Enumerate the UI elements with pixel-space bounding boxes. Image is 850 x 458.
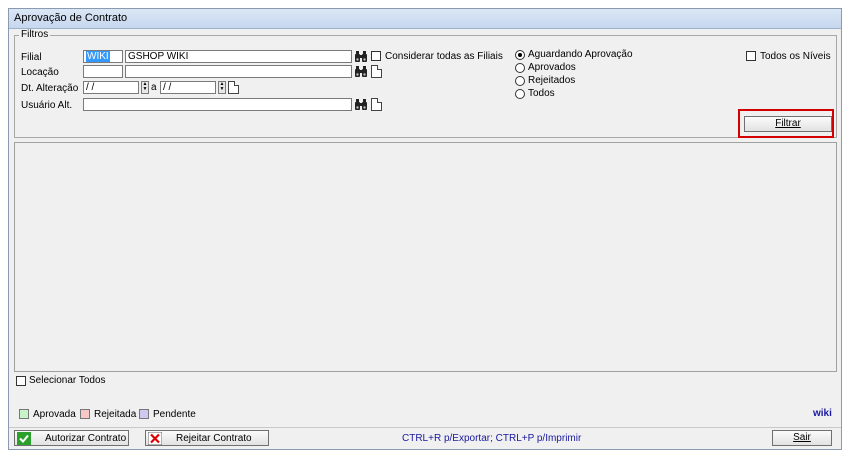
title-bar: Aprovação de Contrato — [9, 9, 841, 29]
authorize-contract-label: Autorizar Contrato — [45, 433, 127, 444]
usuario-alt-label: Usuário Alt. — [21, 100, 73, 111]
filial-label: Filial — [21, 52, 42, 63]
filter-button-highlight — [738, 109, 834, 138]
shortcuts-text: CTRL+R p/Exportar; CTRL+P p/Imprimir — [402, 433, 582, 444]
dt-from-spinner[interactable]: ▲ ▼ — [141, 81, 149, 94]
binoculars-icon[interactable] — [354, 65, 368, 78]
main-window: Aprovação de Contrato Filtros Filial WIK… — [8, 8, 842, 450]
x-icon — [148, 432, 162, 445]
status-radio-aprovados[interactable] — [515, 63, 525, 73]
consider-all-filiais-label: Considerar todas as Filiais — [385, 51, 503, 62]
brand-logo: wiki — [813, 408, 832, 419]
dt-to-spinner[interactable]: ▲ ▼ — [218, 81, 226, 94]
binoculars-icon[interactable] — [354, 50, 368, 63]
locacao-label: Locação — [21, 67, 59, 78]
usuario-alt-input[interactable] — [83, 98, 352, 111]
status-label-todos: Todos — [528, 88, 555, 99]
window-title: Aprovação de Contrato — [14, 12, 128, 24]
status-label-aguardando: Aguardando Aprovação — [528, 49, 633, 60]
status-label-rejeitados: Rejeitados — [528, 75, 576, 86]
document-icon[interactable] — [228, 81, 239, 94]
document-icon[interactable] — [371, 98, 382, 111]
select-all-checkbox[interactable] — [16, 376, 26, 386]
legend-swatch-aprovada — [19, 409, 29, 419]
reject-contract-button[interactable]: Rejeitar Contrato — [145, 430, 269, 446]
footer-divider — [9, 427, 841, 428]
locacao-code-input[interactable] — [83, 65, 123, 78]
exit-button-label: Sair — [793, 432, 811, 443]
todos-niveis-label: Todos os Níveis — [760, 51, 831, 62]
authorize-contract-button[interactable]: Autorizar Contrato — [14, 430, 129, 446]
legend-label-aprovada: Aprovada — [33, 409, 76, 420]
binoculars-icon[interactable] — [354, 98, 368, 111]
select-all-label: Selecionar Todos — [29, 375, 106, 386]
filial-name-input[interactable]: GSHOP WIKI — [125, 50, 352, 63]
dt-alteracao-label: Dt. Alteração — [21, 83, 79, 94]
dt-from-input[interactable]: / / — [83, 81, 139, 94]
status-radio-todos[interactable] — [515, 89, 525, 99]
filters-group: Filtros Filial WIKI GSHOP WIKI Considera… — [14, 29, 837, 138]
status-label-aprovados: Aprovados — [528, 62, 576, 73]
consider-all-filiais-checkbox[interactable] — [371, 51, 381, 61]
contracts-grid[interactable] — [14, 142, 837, 372]
reject-contract-label: Rejeitar Contrato — [176, 433, 252, 444]
filial-code-text: WIKI — [86, 51, 110, 62]
locacao-name-input[interactable] — [125, 65, 352, 78]
legend-swatch-rejeitada — [80, 409, 90, 419]
legend-swatch-pendente — [139, 409, 149, 419]
filial-code-input[interactable]: WIKI — [83, 50, 123, 63]
exit-button[interactable]: Sair — [772, 430, 832, 446]
dt-to-input[interactable]: / / — [160, 81, 216, 94]
legend-label-pendente: Pendente — [153, 409, 196, 420]
status-radio-rejeitados[interactable] — [515, 76, 525, 86]
filters-group-label: Filtros — [19, 29, 51, 40]
legend-label-rejeitada: Rejeitada — [94, 409, 137, 420]
status-radio-aguardando[interactable] — [515, 50, 525, 60]
todos-niveis-checkbox[interactable] — [746, 51, 756, 61]
check-icon — [17, 432, 31, 445]
document-icon[interactable] — [371, 65, 382, 78]
dt-separator: a — [151, 82, 157, 93]
